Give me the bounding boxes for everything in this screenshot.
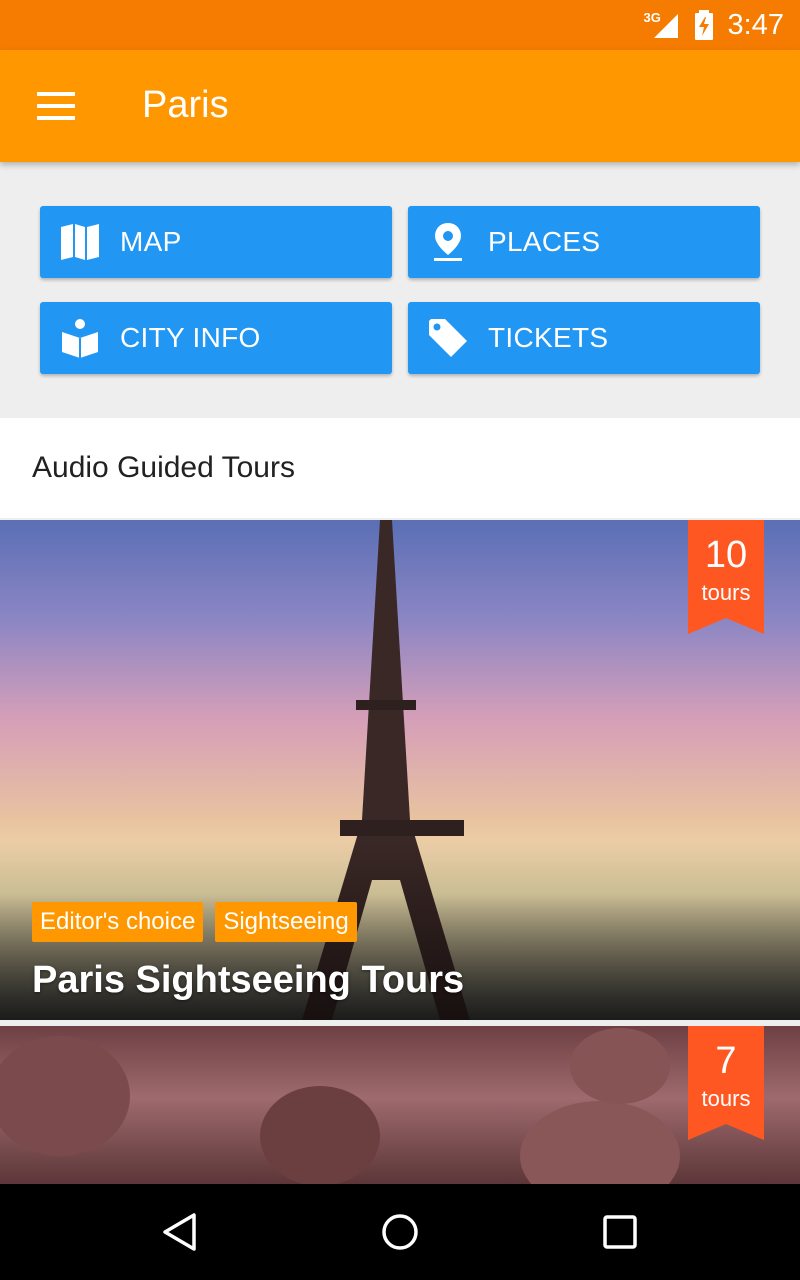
status-time: 3:47 (727, 8, 784, 41)
tour-card[interactable]: 7 tours (0, 1026, 800, 1186)
tour-count: 7 (715, 1040, 737, 1082)
tour-count: 10 (704, 534, 748, 576)
place-pin-icon (408, 206, 488, 278)
tag-icon (408, 302, 488, 374)
tour-count-ribbon: 10 tours (688, 520, 764, 636)
signal-icon: 3G (644, 10, 680, 40)
map-button-label: MAP (120, 226, 182, 257)
recents-icon[interactable] (588, 1200, 652, 1264)
map-icon (40, 206, 120, 278)
back-icon[interactable] (148, 1200, 212, 1264)
book-info-icon (40, 302, 120, 374)
tag-editors-choice: Editor's choice (32, 902, 204, 942)
tour-title: Paris Sightseeing Tours (32, 959, 465, 1001)
tour-count-ribbon: 7 tours (688, 1026, 764, 1142)
section-title: Audio Guided Tours (32, 451, 295, 484)
tour-count-unit: tours (701, 580, 751, 605)
chocolate-image (0, 1028, 680, 1186)
home-icon[interactable] (368, 1200, 432, 1264)
tour-card[interactable]: 10 tours Editor's choice Sightseeing Par… (0, 520, 800, 1020)
hamburger-menu-icon[interactable] (24, 74, 88, 138)
map-button[interactable]: MAP (40, 206, 392, 278)
tag-sightseeing: Sightseeing (215, 902, 357, 942)
city-info-button[interactable]: CITY INFO (40, 302, 392, 374)
tickets-button[interactable]: TICKETS (408, 302, 760, 374)
page-title: Paris (142, 84, 229, 126)
tour-count-unit: tours (701, 1086, 751, 1111)
places-button-label: PLACES (488, 226, 601, 257)
city-info-button-label: CITY INFO (120, 322, 261, 353)
tour-tags: Editor's choice Sightseeing (32, 902, 357, 942)
navigation-bar (0, 1184, 800, 1280)
section-header: Audio Guided Tours (0, 418, 800, 518)
tickets-button-label: TICKETS (488, 322, 609, 353)
battery-charging-icon (694, 10, 713, 40)
app-bar: Paris (0, 50, 800, 162)
places-button[interactable]: PLACES (408, 206, 760, 278)
status-bar: 3G 3:47 (0, 0, 800, 50)
